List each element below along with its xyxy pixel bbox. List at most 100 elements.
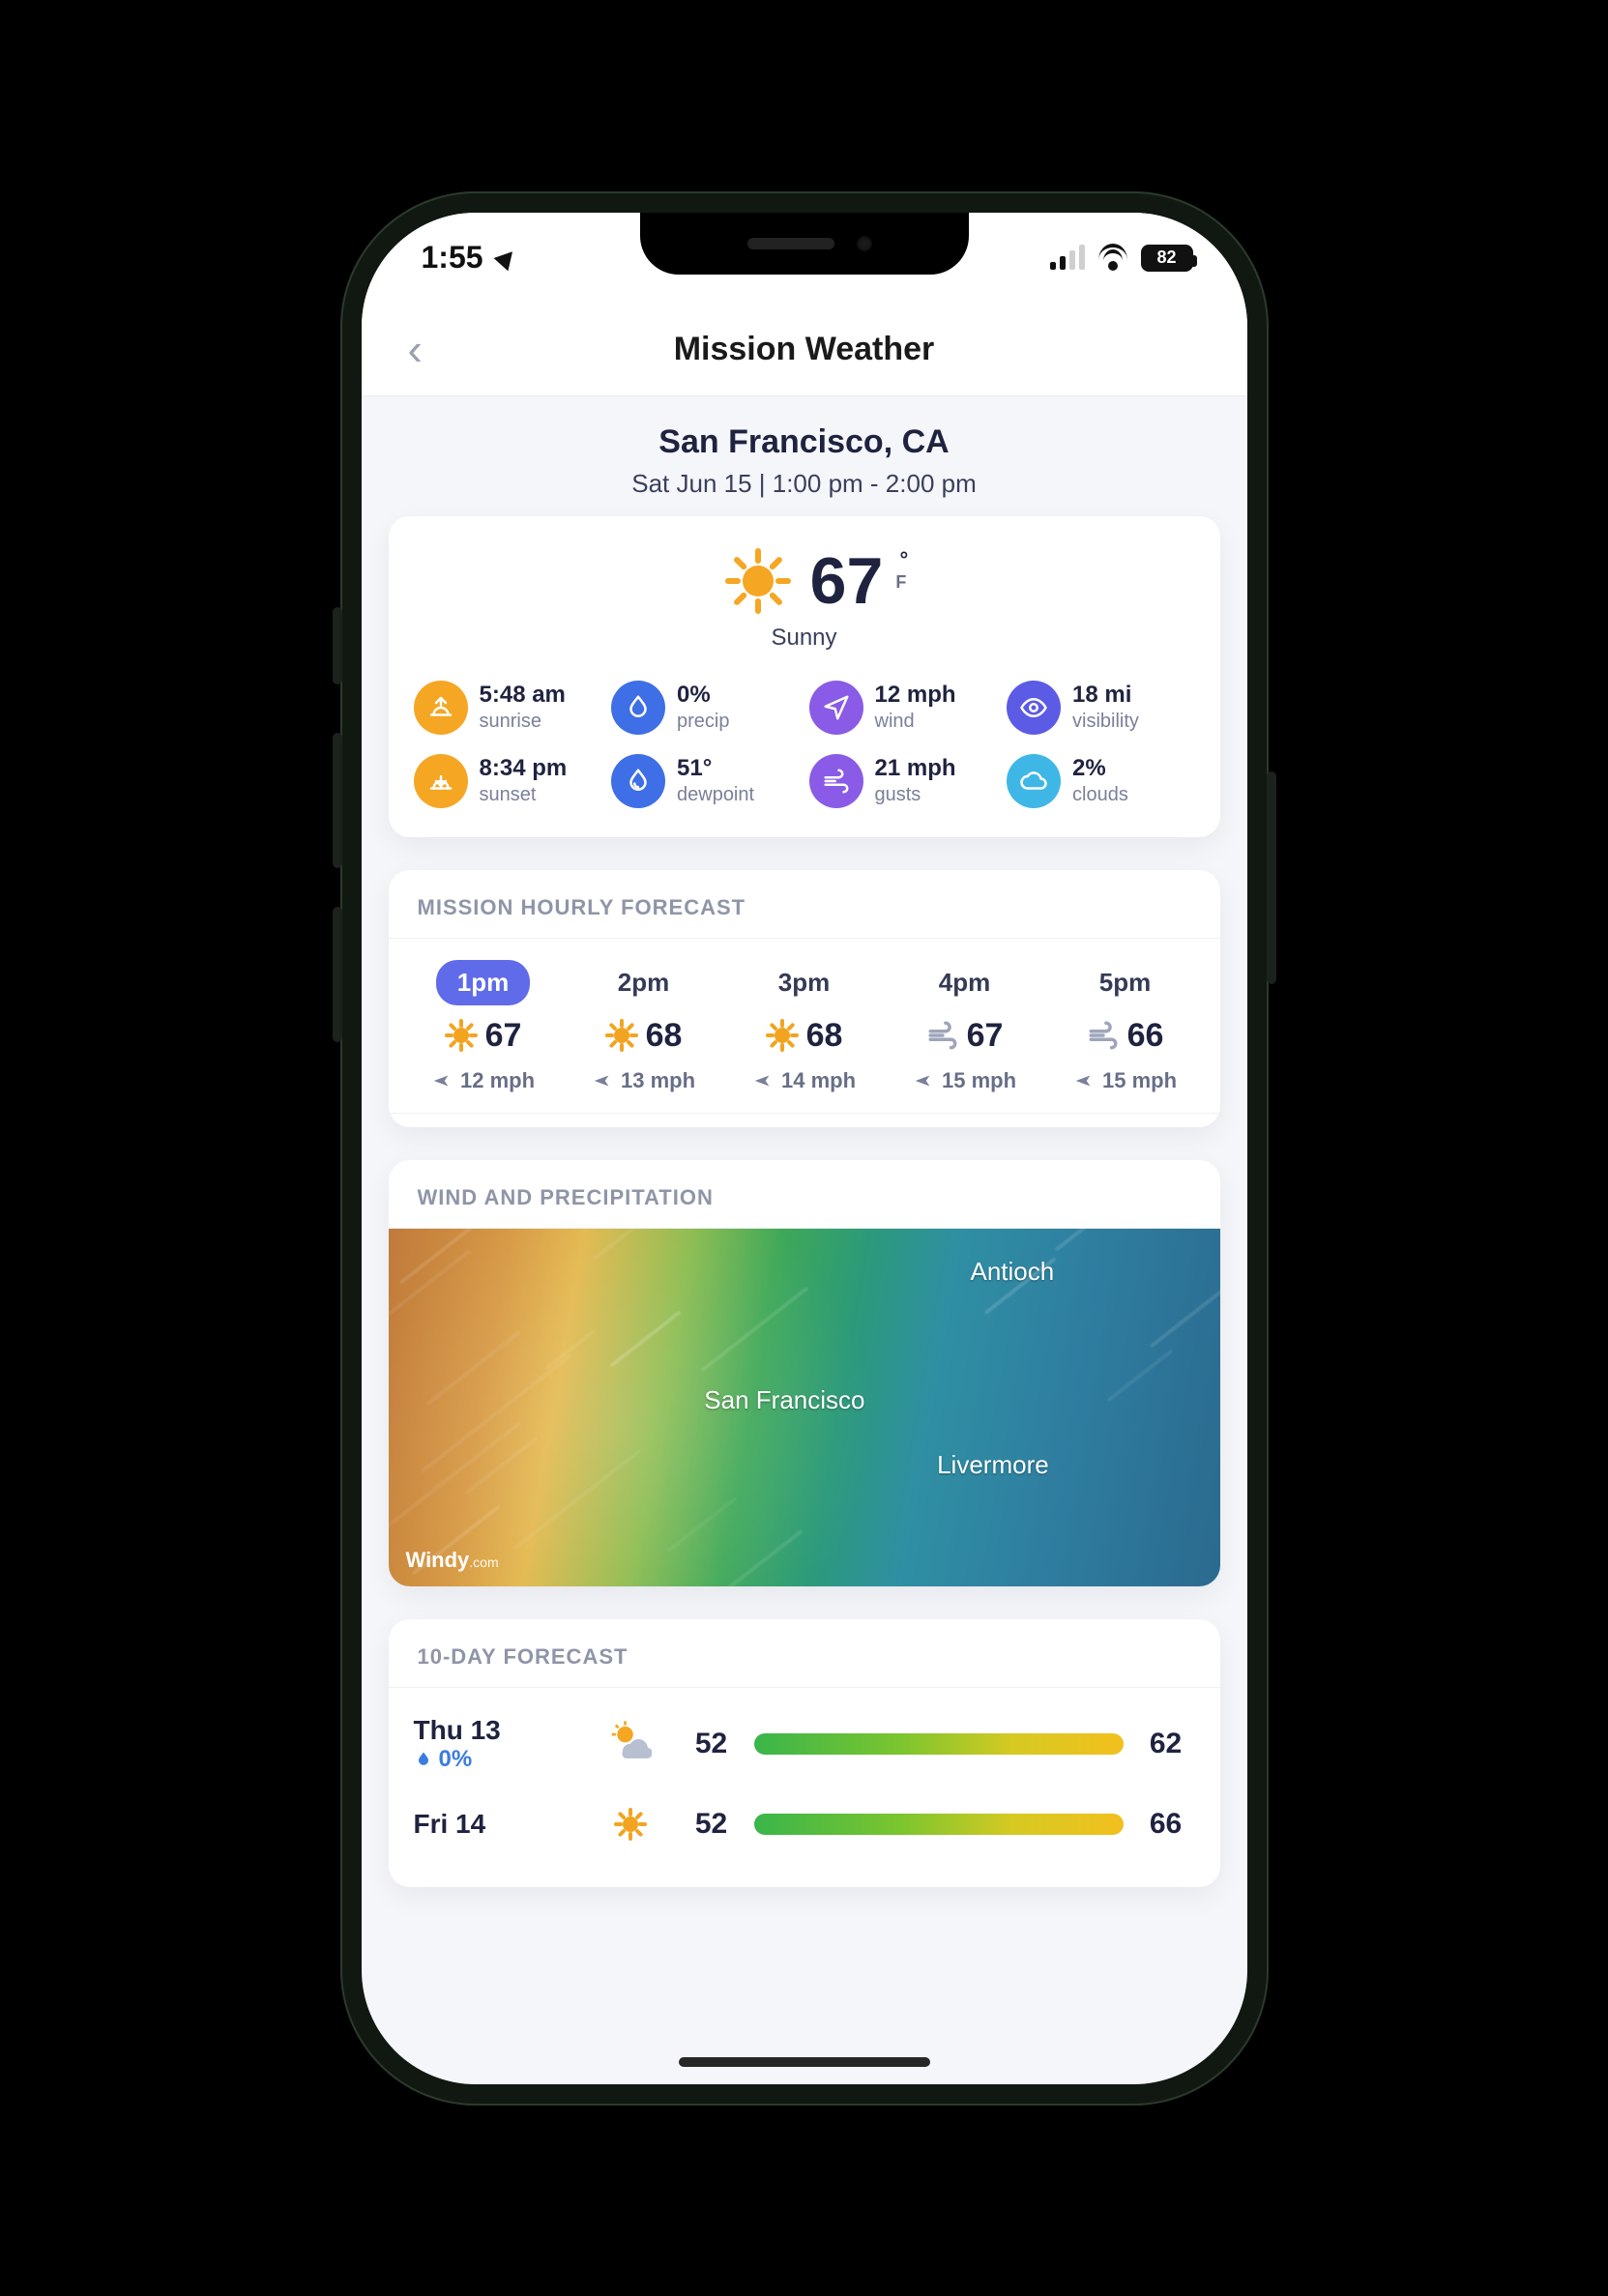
day-row[interactable]: Fri 145266 (414, 1790, 1195, 1858)
metric-sunrise: 5:48 amsunrise (414, 681, 602, 735)
current-card: 67 ° F Sunny 5:48 amsunrise0%precip12 mp… (389, 516, 1220, 837)
hour-temp: 68 (806, 1017, 843, 1055)
wifi-icon (1098, 244, 1127, 273)
metric-clouds: 2%clouds (1007, 754, 1195, 808)
temp-range-bar (754, 1733, 1124, 1755)
wind-icon (926, 1019, 959, 1052)
scroll-area[interactable]: San Francisco, CA Sat Jun 15 | 1:00 pm -… (362, 396, 1247, 2084)
phone-frame: 1:55 82 ‹ Mission Weather (340, 191, 1269, 2106)
side-button (333, 607, 342, 684)
notch (640, 213, 969, 275)
gusts-icon (809, 754, 863, 808)
hour-temp: 68 (646, 1017, 683, 1055)
hour-wind: 13 mph (621, 1068, 695, 1093)
dewpoint-icon (611, 754, 665, 808)
metrics-grid: 5:48 amsunrise0%precip12 mphwind18 mivis… (389, 673, 1220, 837)
metric-wind: 12 mphwind (809, 681, 998, 735)
day-high: 66 (1137, 1808, 1195, 1841)
wind-arrow-icon (431, 1070, 453, 1091)
sun-icon (445, 1019, 478, 1052)
metric-dewpoint: 51°dewpoint (611, 754, 800, 808)
day-high: 62 (1137, 1728, 1195, 1760)
current-temp: 67 ° F (810, 543, 884, 619)
home-indicator[interactable] (679, 2057, 930, 2067)
metric-value: 18 mi (1072, 682, 1139, 709)
back-button[interactable]: ‹ (391, 317, 440, 381)
hourly-title: MISSION HOURLY FORECAST (389, 870, 1220, 939)
hour-wind: 12 mph (460, 1068, 535, 1093)
metric-value: 2% (1072, 755, 1128, 782)
wind-arrow-icon (752, 1070, 774, 1091)
tenday-card: 10-DAY FORECAST Thu 130%5262Fri 145266 (389, 1619, 1220, 1887)
location-time-range: Sat Jun 15 | 1:00 pm - 2:00 pm (389, 469, 1220, 499)
location-city: San Francisco, CA (389, 423, 1220, 461)
partly-cloudy-icon (609, 1720, 652, 1767)
map-card: WIND AND PRECIPITATION Windy.com Antioch… (389, 1160, 1220, 1586)
droplet-icon (611, 681, 665, 735)
battery-icon: 82 (1141, 245, 1193, 272)
metric-label: visibility (1072, 711, 1139, 733)
sunrise-icon (414, 681, 468, 735)
partly-cloudy-icon (609, 1720, 652, 1762)
hourly-card: MISSION HOURLY FORECAST 1pm6712 mph2pm68… (389, 870, 1220, 1127)
map-label: Antioch (971, 1257, 1055, 1287)
metric-label: gusts (875, 784, 956, 806)
wind-map[interactable]: Windy.com AntiochSan FranciscoLivermore (389, 1229, 1220, 1586)
metric-precip: 0%precip (611, 681, 800, 735)
wind-icon (1087, 1019, 1120, 1052)
hour-1pm[interactable]: 1pm6712 mph (406, 960, 561, 1093)
hour-time: 4pm (918, 960, 1011, 1005)
metric-sunset: 8:34 pmsunset (414, 754, 602, 808)
hour-4pm[interactable]: 4pm 67 15 mph (888, 960, 1042, 1093)
power-button (1267, 771, 1276, 984)
hourly-row[interactable]: 1pm6712 mph2pm6813 mph3pm6814 mph4pm6715… (389, 939, 1220, 1101)
wind-arrow-icon (592, 1070, 613, 1091)
metric-value: 8:34 pm (480, 755, 568, 782)
metric-label: clouds (1072, 784, 1128, 806)
status-time: 1:55 (422, 240, 483, 276)
day-low: 52 (683, 1808, 741, 1841)
metric-value: 12 mph (875, 682, 956, 709)
metric-visibility: 18 mivisibility (1007, 681, 1195, 735)
metric-label: sunrise (480, 711, 566, 733)
cellular-signal-icon (1050, 247, 1085, 270)
location-arrow-icon (493, 245, 519, 271)
hour-wind: 15 mph (942, 1068, 1016, 1093)
metric-value: 21 mph (875, 755, 956, 782)
metric-value: 0% (677, 682, 729, 709)
metric-value: 5:48 am (480, 682, 566, 709)
hour-temp: 66 (1127, 1017, 1164, 1055)
hour-5pm[interactable]: 5pm 66 15 mph (1048, 960, 1203, 1093)
metric-gusts: 21 mphgusts (809, 754, 998, 808)
day-row[interactable]: Thu 130%5262 (414, 1698, 1195, 1790)
hour-wind: 14 mph (781, 1068, 856, 1093)
cloud-icon (1007, 754, 1061, 808)
battery-percent: 82 (1156, 247, 1176, 268)
day-precip: 0% (414, 1746, 578, 1773)
hour-temp: 67 (967, 1017, 1004, 1055)
sunset-icon (414, 754, 468, 808)
hour-2pm[interactable]: 2pm 68 13 mph (567, 960, 721, 1093)
map-label: Livermore (937, 1450, 1049, 1480)
sun-icon (614, 1808, 647, 1841)
nav-header: ‹ Mission Weather (362, 304, 1247, 396)
tenday-title: 10-DAY FORECAST (389, 1619, 1220, 1688)
sun-icon (614, 1808, 647, 1841)
hour-temp: 67 (485, 1017, 522, 1055)
metric-label: precip (677, 711, 729, 733)
volume-up-button (333, 733, 342, 868)
metric-label: wind (875, 711, 956, 733)
map-title: WIND AND PRECIPITATION (389, 1160, 1220, 1229)
wind-arrow-icon (913, 1070, 934, 1091)
tenday-list[interactable]: Thu 130%5262Fri 145266 (389, 1688, 1220, 1887)
sun-icon (605, 1019, 638, 1052)
hour-3pm[interactable]: 3pm6814 mph (727, 960, 882, 1093)
hour-wind: 15 mph (1102, 1068, 1177, 1093)
volume-down-button (333, 907, 342, 1042)
hour-time: 2pm (597, 960, 690, 1005)
eye-icon (1007, 681, 1061, 735)
current-condition: Sunny (389, 625, 1220, 652)
sun-icon (766, 1019, 799, 1052)
hour-time: 5pm (1078, 960, 1172, 1005)
metric-label: sunset (480, 784, 568, 806)
